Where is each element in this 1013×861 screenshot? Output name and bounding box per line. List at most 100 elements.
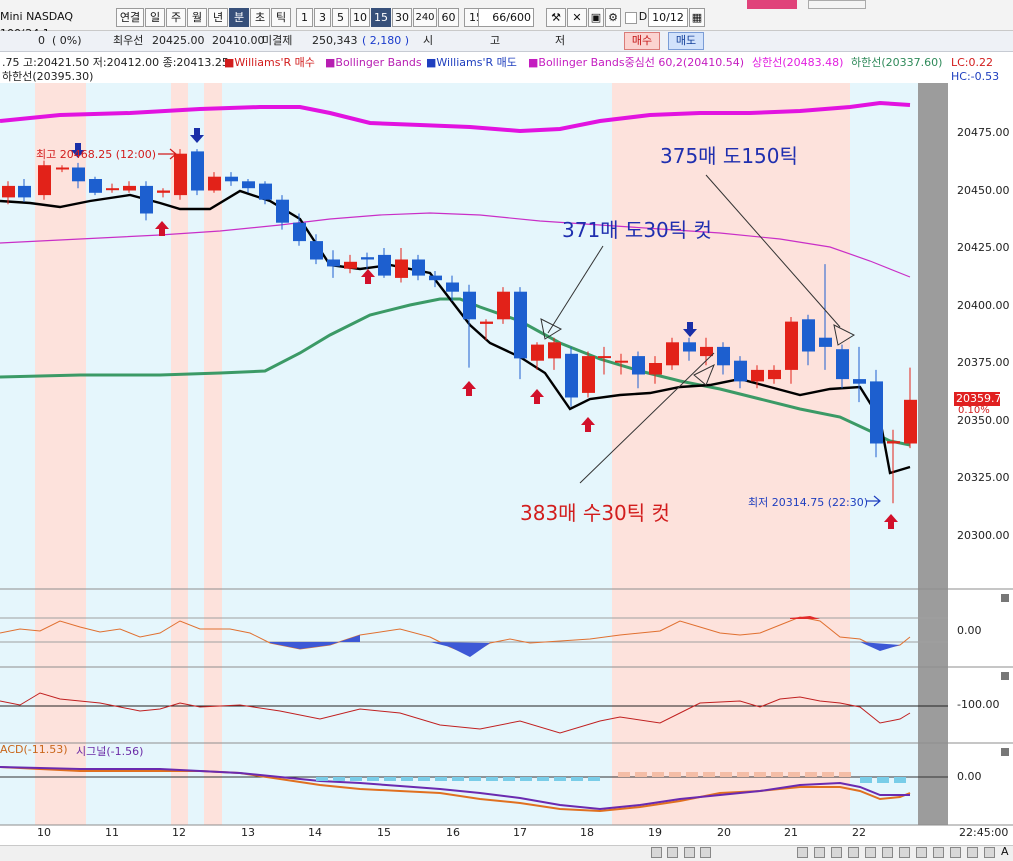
interval-5-button[interactable]: 5 <box>332 8 349 27</box>
change-value: 0 <box>38 34 45 47</box>
macd-histogram-bar <box>588 777 600 781</box>
unsettled-label: 미결제 <box>262 34 293 47</box>
candle-body <box>768 369 781 380</box>
date-checkbox[interactable] <box>625 12 637 24</box>
scroll-stop-button[interactable] <box>684 847 695 858</box>
price-tick: 20475.00 <box>957 126 1010 139</box>
legend-bollinger-label: Bollinger Bands <box>335 56 422 69</box>
macd-histogram-bar <box>469 777 481 781</box>
macd-histogram-bar <box>894 777 906 783</box>
period-month-button[interactable]: 월 <box>187 8 207 27</box>
note-buy-cut: 383매 수30틱 컷 <box>520 501 670 525</box>
scroll-right-button[interactable] <box>700 847 711 858</box>
macd-histogram-bar <box>635 772 647 777</box>
candle-body <box>72 167 85 182</box>
scroll-left-button[interactable] <box>651 847 662 858</box>
date-tick: 17 <box>513 826 527 839</box>
candle-body <box>191 151 204 191</box>
date-tick: 12 <box>172 826 186 839</box>
date-tick: 15 <box>377 826 391 839</box>
macd-histogram-bar <box>554 777 566 781</box>
interval-15-button[interactable]: 15 <box>371 8 391 27</box>
chart-tool-button[interactable] <box>865 847 876 858</box>
session-shade-red <box>612 83 850 825</box>
candle-body <box>157 190 170 193</box>
period-continuous-button[interactable]: 연결 <box>116 8 144 27</box>
period-week-button[interactable]: 주 <box>166 8 186 27</box>
price-tick: 20450.00 <box>957 184 1010 197</box>
date-tick: 21 <box>784 826 798 839</box>
date-checkbox-label: D <box>638 10 648 23</box>
chart-tool-button[interactable] <box>882 847 893 858</box>
save-icon[interactable]: ▣ <box>588 8 604 27</box>
macd-label: ACD(-11.53) <box>0 743 68 756</box>
macd-histogram-bar <box>503 777 515 781</box>
indicator-legend: .75 고:20421.50 저:20412.00 종:20413.25 ■ W… <box>0 53 1013 83</box>
interval-30-button[interactable]: 30 <box>392 8 412 27</box>
legend-williams-buy-label: Williams'R 매수 <box>234 56 315 69</box>
interval-1-button[interactable]: 1 <box>296 8 313 27</box>
scroll-play-button[interactable] <box>667 847 678 858</box>
period-minute-button[interactable]: 분 <box>229 8 249 27</box>
macd-histogram-bar <box>669 772 681 777</box>
period-year-button[interactable]: 년 <box>208 8 228 27</box>
period-tick-button[interactable]: 틱 <box>271 8 291 27</box>
zoom-in-button[interactable] <box>984 847 995 858</box>
window-control-button[interactable] <box>808 0 866 9</box>
candle-body <box>38 165 51 196</box>
macd-histogram-bar <box>720 772 732 777</box>
sell-button[interactable]: 매도 <box>668 32 704 50</box>
chart-tool-button[interactable] <box>933 847 944 858</box>
period-day-button[interactable]: 일 <box>145 8 165 27</box>
cross-tool-icon[interactable]: ✕ <box>567 8 587 27</box>
interval-240-button[interactable]: 240 <box>413 8 437 27</box>
unsettled-value: 250,343 <box>312 34 358 47</box>
date-input[interactable]: 10/12 <box>648 8 688 27</box>
date-tick: 20 <box>717 826 731 839</box>
symbol-selector[interactable]: Mini NASDAQ 100(24.1 <box>0 8 114 40</box>
count-input[interactable]: 66/600 <box>478 8 534 27</box>
legend-williams-sell: ■ Williams'R 매도 <box>426 56 517 69</box>
price-tick: 20300.00 <box>957 529 1010 542</box>
candle-body <box>259 183 272 200</box>
macd-histogram-bar <box>822 772 834 777</box>
price-tick: 20350.00 <box>957 414 1010 427</box>
indicator-tool-icon[interactable]: ⚒ <box>546 8 566 27</box>
chart-tool-button[interactable] <box>950 847 961 858</box>
chart-tool-button[interactable] <box>797 847 808 858</box>
legend-hc: HC:-0.53 <box>951 70 1000 83</box>
macd-histogram-bar <box>520 777 532 781</box>
macd-histogram-bar <box>435 777 447 781</box>
candle-body <box>327 259 340 267</box>
chart-tool-button[interactable] <box>814 847 825 858</box>
interval-10-button[interactable]: 10 <box>350 8 370 27</box>
legend-williams-sell-label: Williams'R 매도 <box>436 56 517 69</box>
candle-body <box>361 257 374 260</box>
calendar-icon[interactable]: ▦ <box>689 8 705 27</box>
date-tick: 14 <box>308 826 322 839</box>
legend-lc: LC:0.22 <box>951 56 994 69</box>
candle-body <box>208 176 221 191</box>
macd-histogram-bar <box>486 777 498 781</box>
interval-3-button[interactable]: 3 <box>314 8 331 27</box>
chart-tool-button[interactable] <box>899 847 910 858</box>
zoom-out-button[interactable] <box>967 847 978 858</box>
interval-60-button[interactable]: 60 <box>438 8 459 27</box>
candle-body <box>276 199 289 223</box>
zoom-reset-button[interactable]: A <box>1001 845 1009 858</box>
macd-histogram-bar <box>418 777 430 781</box>
chart-scroll-bar[interactable] <box>0 845 1013 861</box>
period-second-button[interactable]: 초 <box>250 8 270 27</box>
date-tick: 13 <box>241 826 255 839</box>
macd-histogram-bar <box>788 772 800 777</box>
candle-body <box>429 275 442 281</box>
price-chart <box>0 83 1013 826</box>
chart-tool-button[interactable] <box>848 847 859 858</box>
chart-tool-button[interactable] <box>831 847 842 858</box>
macd-histogram-bar <box>860 777 872 783</box>
buy-button[interactable]: 매수 <box>624 32 660 50</box>
date-tick: 19 <box>648 826 662 839</box>
chart-tool-button[interactable] <box>916 847 927 858</box>
candle-body <box>531 344 544 361</box>
gear-icon[interactable]: ⚙ <box>605 8 621 27</box>
